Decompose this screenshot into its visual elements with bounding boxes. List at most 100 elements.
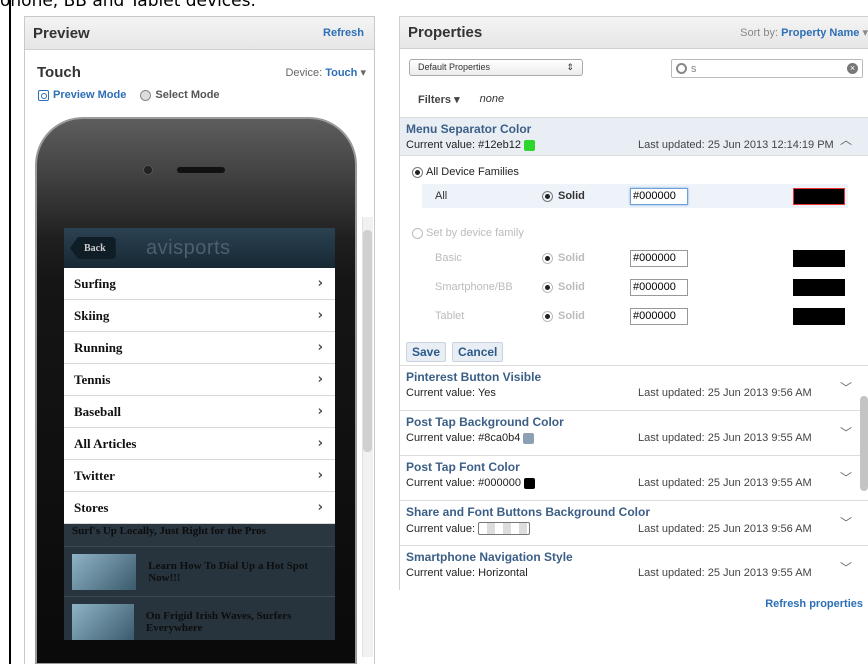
property-updated: Last updated: 25 Jun 2013 9:55 AM — [638, 477, 812, 489]
article-item[interactable]: Learn How To Dial Up a Hot Spot Now!!! — [64, 546, 335, 596]
chevron-up-icon[interactable]: ︿ — [840, 131, 852, 148]
solid-label: Solid — [558, 281, 585, 293]
menu-item-stores[interactable]: Stores › — [64, 492, 335, 524]
sort-select[interactable]: Sort by: Property Name ▾ — [740, 26, 868, 39]
chevron-right-icon: › — [317, 436, 323, 451]
chevron-down-icon[interactable]: ﹀ — [840, 379, 852, 396]
property-line: Current value: #8ca0b4 Last updated: 25 … — [406, 432, 862, 444]
article-item[interactable]: On Frigid Irish Waves, Surfers Everywher… — [64, 596, 335, 640]
property-updated: Last updated: 25 Jun 2013 9:55 AM — [638, 567, 812, 579]
filters-button[interactable]: Filters ▾ — [418, 93, 460, 106]
clear-icon[interactable]: × — [847, 63, 858, 74]
property-set-select[interactable]: Default Properties ⇕ — [409, 59, 583, 76]
property-smartphone-navigation-style[interactable]: Smartphone Navigation Style Current valu… — [400, 545, 868, 590]
menu-item-baseball[interactable]: Baseball › — [64, 396, 335, 428]
hex-input[interactable] — [630, 307, 688, 325]
chevron-down-icon[interactable]: ﹀ — [840, 514, 852, 531]
menu-item-tennis[interactable]: Tennis › — [64, 364, 335, 396]
menu-item-running[interactable]: Running › — [64, 332, 335, 364]
app-logo: avisports — [146, 237, 231, 259]
property-menu-separator-color[interactable]: Menu Separator Color Current value: #12e… — [400, 117, 868, 155]
chevron-down-icon[interactable]: ﹀ — [840, 469, 852, 486]
property-set-value: Default Properties — [418, 62, 491, 72]
property-current: Current value: #12eb12 — [406, 139, 638, 151]
color-picker[interactable] — [793, 187, 845, 205]
preview-mode-label: Preview Mode — [53, 89, 127, 101]
property-current-text: Current value: #8ca0b4 — [406, 432, 521, 444]
up-down-icon: ⇕ — [566, 62, 574, 72]
save-button[interactable]: Save — [406, 342, 447, 362]
page-caption: ohone, BB and Tablet devices. — [0, 0, 256, 9]
hex-input[interactable] — [630, 249, 688, 267]
menu-item-label: Tennis — [74, 371, 111, 387]
chevron-down-icon: ▾ — [862, 27, 868, 39]
solid-option[interactable]: Solid — [542, 252, 630, 264]
property-post-tap-font-color[interactable]: Post Tap Font Color Current value: #0000… — [400, 455, 868, 500]
color-picker[interactable] — [793, 249, 845, 267]
chevron-down-icon: ▾ — [454, 94, 460, 106]
article-thumbnail — [72, 553, 137, 590]
sort-label: Sort by: — [740, 27, 779, 39]
properties-header: Properties Sort by: Property Name ▾ — [399, 16, 868, 49]
article-title: Learn How To Dial Up a Hot Spot Now!!! — [148, 559, 309, 584]
preview-scrollbar[interactable] — [363, 230, 372, 452]
property-updated: Last updated: 25 Jun 2013 12:14:19 PM — [638, 139, 834, 151]
article-title: On Frigid Irish Waves, Surfers Everywher… — [145, 609, 292, 634]
menu-item-label: Surfing — [74, 275, 116, 291]
family-row-all: All Solid — [422, 184, 848, 208]
property-line: Current value: #12eb12 Last updated: 25 … — [406, 139, 862, 151]
set-by-device-family-option[interactable]: Set by device family — [412, 227, 524, 239]
hex-input[interactable] — [630, 187, 688, 205]
solid-label: Solid — [558, 252, 585, 264]
chevron-down-icon[interactable]: ﹀ — [840, 559, 852, 576]
hex-input[interactable] — [630, 278, 688, 296]
menu-item-twitter[interactable]: Twitter › — [64, 460, 335, 492]
search-input[interactable]: s × — [671, 59, 863, 78]
preview-panel: Preview Refresh Touch Device: Touch ▾ Pr… — [24, 16, 375, 664]
preview-mode-button[interactable]: Preview Mode — [38, 89, 126, 101]
menu-item-label: Stores — [74, 499, 109, 515]
app-header: Back avisports — [64, 228, 335, 268]
family-name: Smartphone/BB — [435, 281, 513, 293]
color-picker[interactable] — [793, 307, 845, 325]
solid-option[interactable]: Solid — [542, 310, 630, 322]
properties-title: Properties — [408, 24, 483, 41]
solid-label: Solid — [558, 190, 585, 202]
menu-item-label: All Articles — [74, 435, 137, 451]
menu-item-skiing[interactable]: Skiing › — [64, 300, 335, 332]
property-current-text: Current value: #000000 — [406, 477, 521, 489]
chevron-right-icon: › — [317, 276, 323, 291]
sort-value: Property Name — [781, 27, 860, 39]
menu-item-all-articles[interactable]: All Articles › — [64, 428, 335, 460]
filters-row: Filters ▾ none — [418, 93, 504, 106]
property-name: Post Tap Background Color — [406, 415, 564, 429]
chevron-down-icon[interactable]: ﹀ — [840, 424, 852, 441]
family-row-tablet: Tablet Solid — [422, 304, 848, 328]
solid-option[interactable]: Solid — [542, 190, 630, 202]
solid-option[interactable]: Solid — [542, 281, 630, 293]
property-name: Post Tap Font Color — [406, 460, 520, 474]
menu-item-surfing[interactable]: Surfing › — [64, 268, 335, 300]
refresh-properties-link[interactable]: Refresh properties — [765, 598, 863, 610]
select-mode-button[interactable]: Select Mode — [140, 89, 220, 101]
back-button[interactable]: Back — [70, 237, 116, 259]
cancel-button[interactable]: Cancel — [452, 342, 504, 362]
radio-icon — [542, 190, 553, 202]
property-post-tap-background-color[interactable]: Post Tap Background Color Current value:… — [400, 410, 868, 455]
property-pinterest-button-visible[interactable]: Pinterest Button Visible Current value: … — [400, 365, 868, 410]
property-current: Current value: Horizontal — [406, 567, 528, 579]
property-name: Smartphone Navigation Style — [406, 550, 573, 564]
chevron-right-icon: › — [317, 404, 323, 419]
property-line: Current value: Last updated: 25 Jun 2013… — [406, 522, 862, 535]
device-select[interactable]: Device: Touch ▾ — [285, 66, 366, 79]
all-device-families-option[interactable]: All Device Families — [412, 166, 519, 178]
family-name: All — [435, 190, 448, 202]
property-share-and-font-buttons-bg-color[interactable]: Share and Font Buttons Background Color … — [400, 500, 868, 545]
article-teaser-text: Surf's Up Locally, Just Right for the Pr… — [72, 525, 266, 537]
property-editor: All Device Families All Solid Set by dev… — [400, 155, 868, 365]
refresh-button[interactable]: Refresh — [323, 27, 364, 39]
color-picker[interactable] — [793, 278, 845, 296]
property-current-text: Current value: #12eb12 — [406, 139, 521, 151]
family-name: Basic — [435, 252, 462, 264]
properties-scrollbar[interactable] — [860, 396, 868, 491]
